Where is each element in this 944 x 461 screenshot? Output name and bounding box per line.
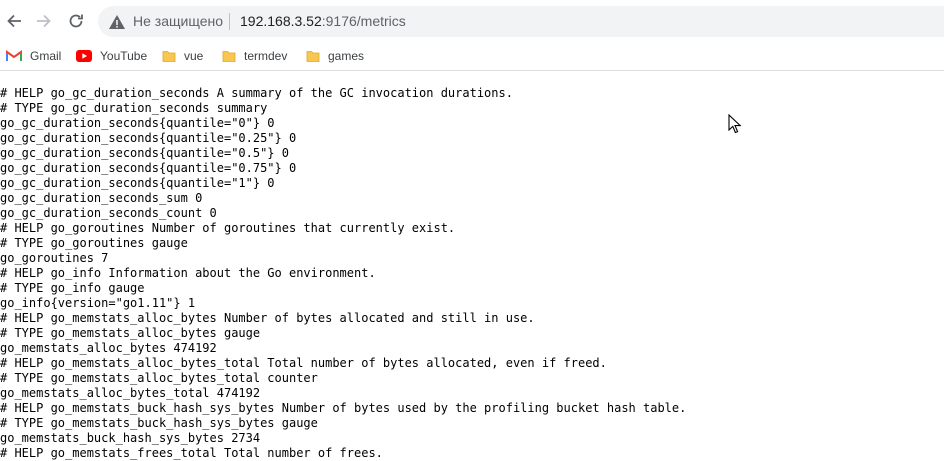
metrics-line: # HELP go_goroutines Number of goroutine… — [0, 221, 456, 235]
bookmark-label: Gmail — [30, 49, 62, 63]
bookmark-label: games — [328, 49, 365, 63]
metrics-line: # TYPE go_info gauge — [0, 281, 145, 295]
bookmark-label: termdev — [244, 49, 288, 63]
metrics-line: # TYPE go_gc_duration_seconds summary — [0, 101, 268, 115]
gmail-icon — [6, 50, 22, 61]
metrics-line: go_gc_duration_seconds{quantile="1"} 0 — [0, 176, 275, 190]
metrics-line: go_memstats_buck_hash_sys_bytes 2734 — [0, 431, 261, 445]
url-path: :9176/metrics — [321, 13, 406, 29]
bookmarks-bar: Gmail YouTube vue termdev games — [0, 42, 944, 71]
metrics-line: # HELP go_memstats_buck_hash_sys_bytes N… — [0, 401, 687, 415]
security-label[interactable]: Не защищено — [133, 13, 223, 30]
metrics-line: # TYPE go_goroutines gauge — [0, 236, 188, 250]
metrics-line: # TYPE go_memstats_alloc_bytes_total cou… — [0, 371, 318, 385]
metrics-line: # HELP go_info Information about the Go … — [0, 266, 376, 280]
metrics-line: go_gc_duration_seconds{quantile="0.75"} … — [0, 161, 297, 175]
reload-icon — [69, 14, 83, 28]
metrics-line: # TYPE go_memstats_buck_hash_sys_bytes g… — [0, 416, 318, 430]
bookmark-label: YouTube — [100, 49, 148, 63]
metrics-line: go_memstats_alloc_bytes 474192 — [0, 341, 217, 355]
url-text[interactable]: 192.168.3.52:9176/metrics — [240, 13, 406, 30]
metrics-text: # HELP go_gc_duration_seconds A summary … — [0, 86, 944, 461]
bookmark-youtube[interactable]: YouTube — [76, 46, 147, 66]
bookmark-folder-termdev[interactable]: termdev — [222, 46, 287, 66]
metrics-line: go_gc_duration_seconds_count 0 — [0, 206, 217, 220]
metrics-line: # HELP go_memstats_alloc_bytes Number of… — [0, 311, 535, 325]
address-bar[interactable]: Не защищено 192.168.3.52:9176/metrics — [98, 6, 944, 37]
warning-icon — [109, 15, 125, 29]
bookmark-gmail[interactable]: Gmail — [6, 46, 61, 66]
bookmark-label: vue — [184, 49, 204, 63]
youtube-icon — [76, 50, 92, 62]
forward-button[interactable] — [32, 9, 56, 33]
metrics-line: go_goroutines 7 — [0, 251, 109, 265]
url-host: 192.168.3.52 — [240, 13, 322, 29]
metrics-line: go_gc_duration_seconds{quantile="0"} 0 — [0, 116, 275, 130]
metrics-line: go_gc_duration_seconds{quantile="0.5"} 0 — [0, 146, 289, 160]
metrics-line: go_info{version="go1.11"} 1 — [0, 296, 196, 310]
back-button[interactable] — [2, 9, 26, 33]
metrics-line: go_gc_duration_seconds{quantile="0.25"} … — [0, 131, 297, 145]
bookmark-folder-vue[interactable]: vue — [162, 46, 203, 66]
folder-icon — [162, 51, 176, 62]
metrics-line: # HELP go_gc_duration_seconds A summary … — [0, 86, 513, 100]
bookmark-folder-games[interactable]: games — [306, 46, 364, 66]
reload-button[interactable] — [64, 9, 88, 33]
mouse-cursor-icon — [728, 114, 742, 134]
address-separator — [229, 13, 230, 30]
metrics-line: go_memstats_alloc_bytes_total 474192 — [0, 386, 261, 400]
forward-arrow-icon — [37, 14, 51, 28]
metrics-line: go_gc_duration_seconds_sum 0 — [0, 191, 203, 205]
metrics-line: # TYPE go_memstats_alloc_bytes gauge — [0, 326, 261, 340]
back-arrow-icon — [7, 14, 21, 28]
browser-toolbar: Не защищено 192.168.3.52:9176/metrics — [0, 0, 944, 42]
metrics-line: # HELP go_memstats_alloc_bytes_total Tot… — [0, 356, 607, 370]
folder-icon — [306, 51, 320, 62]
folder-icon — [222, 51, 236, 62]
